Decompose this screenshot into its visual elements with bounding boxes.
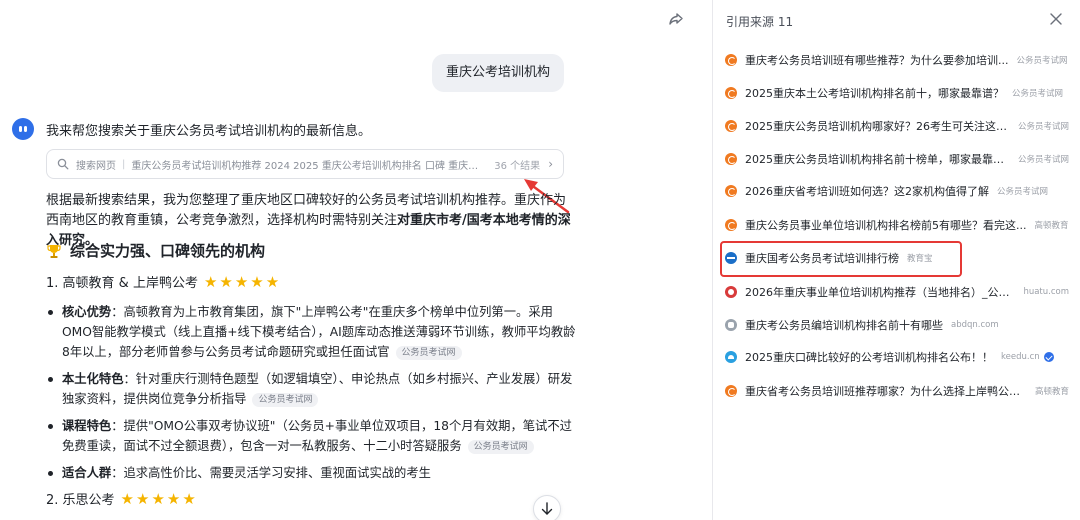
source-site: 公务员考试网 [1017,155,1069,165]
source-title: 2026年重庆事业单位培训机构推荐（当地排名）_公务... [745,286,1016,299]
source-tag[interactable]: 公务员考试网 [395,346,462,360]
source-title: 2025重庆本土公考培训机构排名前十，哪家最靠谱？ [745,87,1004,100]
source-item[interactable]: 重庆省考公务员培训班推荐哪家？为什么选择上岸鸭公考... 高顿教育 [725,381,1069,401]
institution-heading-1: 1. 高顿教育 & 上岸鸭公考 ★★★★★ [46,272,282,292]
scroll-to-bottom-button[interactable] [533,495,561,520]
source-title: 重庆考公务员编培训机构排名前十有哪些 [745,319,943,332]
user-message-bubble: 重庆公考培训机构 [431,54,564,92]
search-divider: | [122,158,126,170]
source-item[interactable]: 2026重庆省考培训班如何选？这2家机构值得了解 公务员考试网 [725,181,1069,201]
source-site: 教育宝 [907,254,933,264]
search-query: 重庆公务员考试培训机构推荐 2024 2025 重庆公考培训机构排名 口碑 重庆… [131,160,487,172]
source-site: abdqn.com [951,320,999,330]
orange-swirl-icon [725,219,737,231]
source-title: 重庆考公务员培训班有哪些推荐？为什么要参加培训... [745,54,1009,67]
institution-details: 核心优势：高顿教育为上市教育集团，旗下"上岸鸭公考"在重庆多个榜单中位列第一。采… [46,302,576,490]
source-title: 2025重庆公务员培训机构排名前十榜单，哪家最靠谱？ [745,153,1010,166]
orange-swirl-icon [725,385,737,397]
assistant-avatar [12,118,34,140]
source-title: 重庆公务员事业单位培训机构排名榜前5有哪些？看完这... [745,219,1027,232]
source-tag[interactable]: 公务员考试网 [252,393,319,407]
section-heading: 综合实力强、口碑领先的机构 [46,240,265,261]
verified-badge-icon [1043,352,1054,362]
source-site: keedu.cn [1001,352,1040,362]
source-item[interactable]: 重庆考公务员编培训机构排名前十有哪些 abdqn.com [725,315,1069,335]
gray-square-icon [725,319,737,331]
institution-heading-2: 2. 乐思公考 ★★★★★ [46,489,198,509]
arrow-down-icon [541,502,553,515]
web-search-summary[interactable]: 搜索网页 | 重庆公务员考试培训机构推荐 2024 2025 重庆公考培训机构排… [46,149,564,179]
source-site: 高顿教育 [1034,221,1069,231]
orange-swirl-icon [725,120,737,132]
chevron-right-icon: › [548,157,553,171]
orange-swirl-icon [725,153,737,165]
bullet-label: 核心优势 [62,305,112,319]
detail-bullet: 课程特色：提供"OMO公事双考协议班"（公务员+事业单位双项目，18个月有效期，… [46,416,576,456]
bullet-label: 本土化特色 [62,372,124,386]
source-site: 高顿教育 [1034,387,1069,397]
share-icon[interactable] [667,10,685,28]
source-site: 公务员考试网 [997,187,1049,197]
source-title: 2025重庆公务员培训机构哪家好？26考生可关注这5家 [745,120,1010,133]
sources-panel: 引用来源 11 重庆考公务员培训班有哪些推荐？为什么要参加培训... 公务员考试… [712,0,1080,520]
source-item[interactable]: 2026年重庆事业单位培训机构推荐（当地排名）_公务... huatu.com [725,282,1069,302]
bullet-text: ：高顿教育为上市教育集团，旗下"上岸鸭公考"在重庆多个榜单中位列第一。采用OMO… [62,305,576,359]
blue-globe-icon [725,252,737,264]
sky-cloud-icon [725,351,737,363]
source-item[interactable]: 重庆考公务员培训班有哪些推荐？为什么要参加培训... 公务员考试网 [725,50,1069,70]
orange-swirl-icon [725,54,737,66]
trophy-icon [47,244,61,258]
red-circle-icon [725,286,737,298]
detail-bullet: 核心优势：高顿教育为上市教育集团，旗下"上岸鸭公考"在重庆多个榜单中位列第一。采… [46,302,576,362]
source-site: 公务员考试网 [1016,56,1068,66]
bullet-text: ：追求高性价比、需要灵活学习安排、重视面试实战的考生 [111,466,431,480]
detail-bullet: 本土化特色：针对重庆行测特色题型（如逻辑填空）、申论热点（如乡村振兴、产业发展）… [46,369,576,409]
source-item[interactable]: 2025重庆公务员培训机构哪家好？26考生可关注这5家 公务员考试网 [725,116,1069,136]
source-site: huatu.com [1023,287,1069,297]
star-rating: ★★★★★ [203,272,282,291]
detail-bullet: 适合人群：追求高性价比、需要灵活学习安排、重视面试实战的考生 [46,463,576,483]
assistant-intro-text: 我来帮您搜索关于重庆公务员考试培训机构的最新信息。 [46,124,372,139]
source-tag[interactable]: 公务员考试网 [467,440,534,454]
orange-swirl-icon [725,185,737,197]
institution-title: 1. 高顿教育 & 上岸鸭公考 [46,276,198,291]
search-result-count: 36 个结果 [494,160,541,172]
search-icon [57,158,69,170]
section-title: 综合实力强、口碑领先的机构 [70,242,266,260]
source-item-highlighted[interactable]: 重庆国考公务员考试培训排行榜 教育宝 [725,248,1069,268]
source-item[interactable]: 2025重庆公务员培训机构排名前十榜单，哪家最靠谱？ 公务员考试网 [725,149,1069,169]
source-item[interactable]: 2025重庆本土公考培训机构排名前十，哪家最靠谱？ 公务员考试网 [725,83,1069,103]
star-rating: ★★★★★ [120,489,198,508]
bullet-label: 适合人群 [62,466,112,480]
chat-panel: 重庆公考培训机构 我来帮您搜索关于重庆公务员考试培训机构的最新信息。 搜索网页 … [0,0,712,520]
source-item[interactable]: 2025重庆口碑比较好的公考培训机构排名公布！！ keedu.cn [725,347,1069,367]
source-title: 2025重庆口碑比较好的公考培训机构排名公布！！ [745,351,993,364]
source-site: 公务员考试网 [1012,89,1064,99]
institution-title: 2. 乐思公考 [46,493,115,508]
orange-swirl-icon [725,87,737,99]
source-title: 2026重庆省考培训班如何选？这2家机构值得了解 [745,185,989,198]
source-title: 重庆国考公务员考试培训排行榜 [745,252,899,265]
bullet-label: 课程特色 [62,419,112,433]
source-site: 公务员考试网 [1017,122,1069,132]
close-icon[interactable] [1049,12,1063,26]
search-label: 搜索网页 [76,160,116,172]
source-title: 重庆省考公务员培训班推荐哪家？为什么选择上岸鸭公考... [745,385,1027,398]
source-item[interactable]: 重庆公务员事业单位培训机构排名榜前5有哪些？看完这... 高顿教育 [725,215,1069,235]
sources-panel-title: 引用来源 11 [726,15,794,29]
